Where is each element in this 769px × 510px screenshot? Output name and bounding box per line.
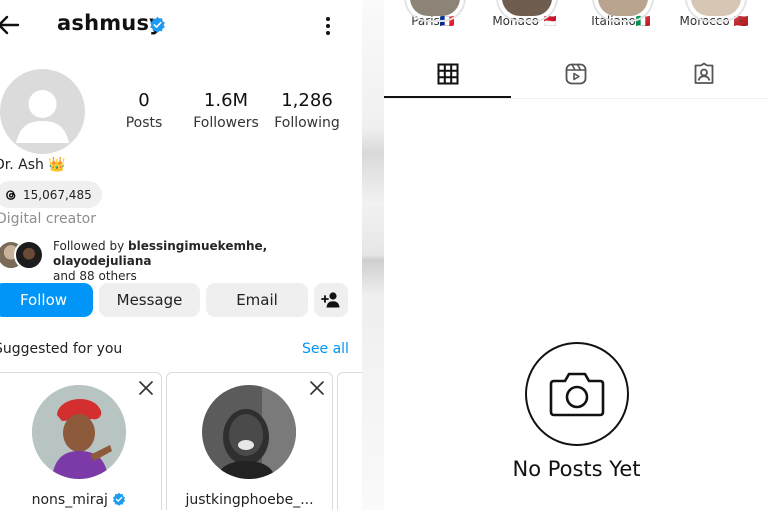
follow-button[interactable]: Follow [0,283,93,317]
verified-icon [113,492,126,506]
posts-pane: Paris🇫🇷 Monaco 🇲🇨 Italiano🇮🇹 Morocco 🇲🇦 [384,0,769,510]
highlight-item[interactable]: Monaco 🇲🇨 [485,0,565,28]
empty-state-text: No Posts Yet [512,457,641,481]
grid-icon [437,63,458,85]
verified-icon [150,16,165,33]
stat-value: 1,286 [281,90,333,111]
mutual-follower-avatars[interactable] [0,240,44,270]
tab-reels[interactable] [512,50,639,98]
threads-count: 15,067,485 [23,187,92,202]
suggest-people-button[interactable] [314,283,348,317]
followed-by-suffix: and 88 others [53,269,137,283]
stat-value: 0 [138,90,150,111]
profile-username: ashmusy [57,11,164,35]
highlight-item[interactable]: Italiano🇮🇹 [581,0,661,28]
profile-tabs [384,50,769,99]
stat-following[interactable]: 1,286 Following [271,90,343,131]
profile-category: Digital creator [0,211,97,227]
stat-value: 1.6M [203,90,249,111]
add-person-icon [321,292,340,308]
display-name: Dr. Ash 👑 [0,157,66,173]
back-arrow-icon[interactable] [0,12,22,38]
followed-by-text[interactable]: Followed by blessingimuekemhe, olayodeju… [53,239,353,284]
more-options-icon[interactable] [319,14,337,38]
suggestion-username-text: nons_miraj [31,492,108,508]
suggestion-card[interactable]: justkingphoebe_... [166,372,333,510]
highlight-item[interactable]: Paris🇫🇷 [393,0,473,28]
followed-by-prefix: Followed by [53,239,128,253]
empty-state-circle [525,342,629,446]
avatar [14,240,44,270]
camera-icon [549,372,605,417]
stat-label: Followers [193,115,259,131]
suggestion-avatar[interactable] [32,385,126,479]
avatar[interactable] [0,69,85,154]
suggestion-username[interactable]: justkingphoebe_... [167,492,332,508]
default-avatar-icon [0,69,85,154]
profile-pane: ashmusy 0 Posts 1.6M Followers 1,286 Fol… [0,0,362,510]
threads-badge[interactable]: 15,067,485 [0,181,102,208]
suggested-heading: Suggested for you [0,341,123,357]
suggestion-card[interactable]: nons_miraj [0,372,162,510]
close-icon[interactable] [139,381,153,395]
message-button[interactable]: Message [99,283,200,317]
close-icon[interactable] [310,381,324,395]
stat-label: Posts [125,115,163,131]
email-button[interactable]: Email [206,283,308,317]
suggestion-avatar[interactable] [202,385,296,479]
stat-label: Following [274,115,340,131]
tab-tagged[interactable] [640,50,767,98]
pane-divider [362,0,384,510]
stat-followers[interactable]: 1.6M Followers [190,90,262,131]
suggestion-username[interactable]: nons_miraj [0,492,161,508]
suggestion-card-partial[interactable] [337,372,362,510]
threads-icon [6,189,16,200]
avatar-photo [32,385,126,479]
highlight-item[interactable]: Morocco 🇲🇦 [674,0,754,28]
tagged-icon [694,62,713,84]
tab-posts-grid[interactable] [384,50,511,98]
active-tab-indicator [384,96,511,98]
stat-posts[interactable]: 0 Posts [114,90,174,131]
see-all-link[interactable]: See all [302,341,349,357]
avatar-photo [202,385,296,479]
reels-icon [565,63,586,85]
